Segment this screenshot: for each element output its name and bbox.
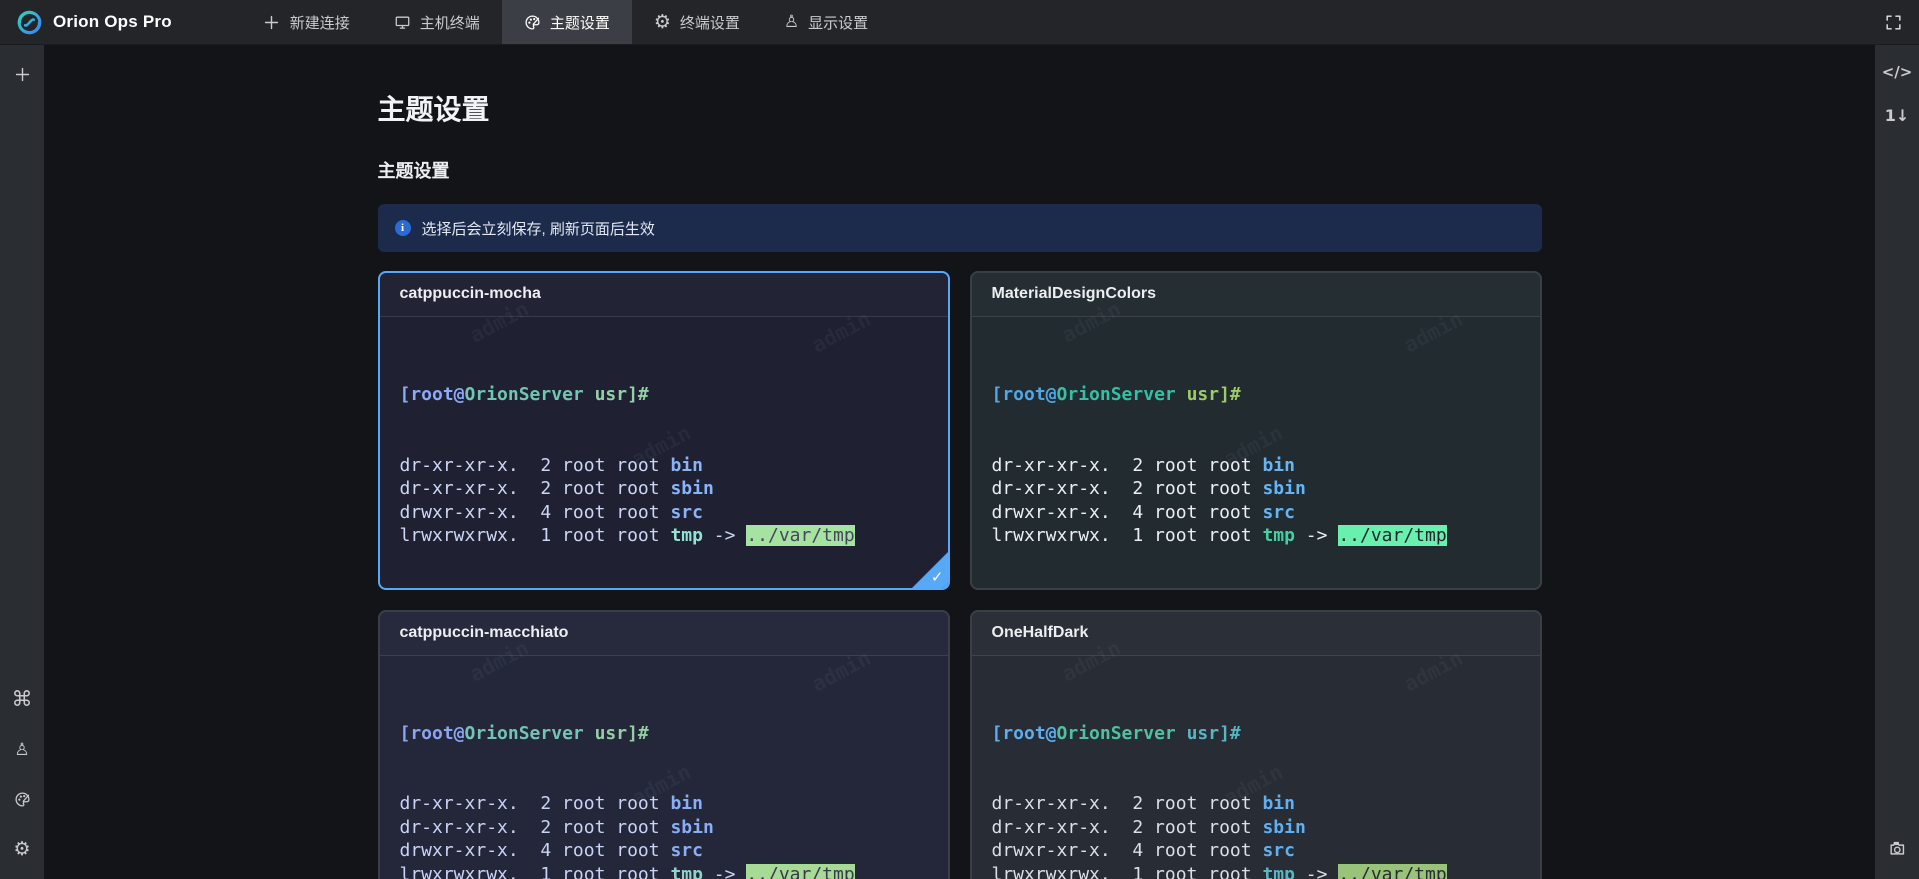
terminal-line: drwxr-xr-x. 4 root root src <box>992 501 1520 525</box>
file-name: tmp <box>1262 864 1295 879</box>
main-area: 主题设置 主题设置 i 选择后会立刻保存, 刷新页面后生效 catppuccin… <box>44 45 1875 879</box>
plus-icon[interactable] <box>13 65 32 84</box>
theme-card-title: catppuccin-mocha <box>380 273 948 317</box>
terminal-prompt: [root@OrionServer usr]# <box>992 722 1520 746</box>
stamp-icon[interactable]: ♙ <box>14 742 29 759</box>
terminal-line: lrwxrwxrwx. 1 root root tmp -> ../var/tm… <box>400 863 928 879</box>
terminal-prompt: [root@OrionServer usr]# <box>400 722 928 746</box>
terminal-preview: [root@OrionServer usr]# adminadminadmind… <box>380 317 948 588</box>
tab-label: 新建连接 <box>290 12 350 33</box>
navbar-right <box>1884 0 1919 44</box>
terminal-prompt: [root@OrionServer usr]# <box>400 383 928 407</box>
tab-label: 主题设置 <box>550 12 610 33</box>
tab-终端设置[interactable]: ⚙ 终端设置 <box>632 0 762 44</box>
app-logo: Orion Ops Pro <box>0 0 188 44</box>
file-name: src <box>1262 502 1295 523</box>
terminal-line: lrwxrwxrwx. 1 root root tmp -> ../var/tm… <box>992 863 1520 879</box>
app-title: Orion Ops Pro <box>53 12 172 32</box>
theme-card-OneHalfDark[interactable]: OneHalfDark [root@OrionServer usr]# admi… <box>970 610 1542 879</box>
monitor-icon <box>394 14 411 31</box>
top-navbar: Orion Ops Pro 新建连接 主机终端 主题设置 ⚙ 终端设置 ♙ 显示设置 <box>0 0 1919 45</box>
terminal-line: dr-xr-xr-x. 2 root root sbin <box>992 816 1520 840</box>
file-name: tmp <box>670 864 703 879</box>
code-icon[interactable]: </> <box>1882 65 1913 80</box>
terminal-line: dr-xr-xr-x. 2 root root bin <box>400 454 928 478</box>
terminal-preview: [root@OrionServer usr]# adminadminadmind… <box>972 656 1540 879</box>
theme-card-catppuccin-mocha[interactable]: catppuccin-mocha [root@OrionServer usr]#… <box>378 271 950 590</box>
file-name: src <box>670 502 703 523</box>
stamp-icon: ♙ <box>784 14 799 31</box>
terminal-line: dr-xr-xr-x. 2 root root sbin <box>400 477 928 501</box>
tab-显示设置[interactable]: ♙ 显示设置 <box>762 0 890 44</box>
info-alert: i 选择后会立刻保存, 刷新页面后生效 <box>378 204 1542 252</box>
file-name: tmp <box>1262 525 1295 546</box>
command-icon[interactable]: ⌘ <box>12 689 33 710</box>
file-name: bin <box>1262 793 1295 814</box>
symlink-target: ../var/tmp <box>1338 525 1446 546</box>
file-name: tmp <box>670 525 703 546</box>
file-name: bin <box>670 793 703 814</box>
theme-card-title: catppuccin-macchiato <box>380 612 948 656</box>
page-title: 主题设置 <box>378 94 1542 126</box>
theme-grid: catppuccin-mocha [root@OrionServer usr]#… <box>378 271 1542 879</box>
tab-label: 终端设置 <box>680 12 740 33</box>
sort-icon[interactable]: 1↓ <box>1885 108 1910 124</box>
file-name: src <box>670 840 703 861</box>
terminal-line: dr-xr-xr-x. 2 root root bin <box>400 792 928 816</box>
tab-主机终端[interactable]: 主机终端 <box>372 0 502 44</box>
file-name: sbin <box>1262 817 1305 838</box>
palette-icon <box>524 14 541 31</box>
orion-logo-icon <box>16 9 43 36</box>
terminal-line: dr-xr-xr-x. 2 root root sbin <box>400 816 928 840</box>
terminal-line: drwxr-xr-x. 4 root root src <box>400 501 928 525</box>
fullscreen-icon[interactable] <box>1884 13 1903 32</box>
info-icon: i <box>395 220 411 236</box>
theme-card-title: OneHalfDark <box>972 612 1540 656</box>
left-sidebar: ⌘ ♙ ⚙ <box>0 45 44 879</box>
theme-card-MaterialDesignColors[interactable]: MaterialDesignColors [root@OrionServer u… <box>970 271 1542 590</box>
gear-icon: ⚙ <box>654 13 671 32</box>
file-name: src <box>1262 840 1295 861</box>
theme-card-title: MaterialDesignColors <box>972 273 1540 317</box>
terminal-line: dr-xr-xr-x. 2 root root bin <box>992 454 1520 478</box>
file-name: bin <box>1262 455 1295 476</box>
plus-icon <box>262 13 281 32</box>
camera-icon[interactable] <box>1888 840 1907 859</box>
gear-icon[interactable]: ⚙ <box>13 840 30 859</box>
tab-label: 显示设置 <box>808 12 868 33</box>
symlink-target: ../var/tmp <box>746 525 854 546</box>
terminal-line: drwxr-xr-x. 4 root root src <box>992 839 1520 863</box>
terminal-line: lrwxrwxrwx. 1 root root tmp -> ../var/tm… <box>400 524 928 548</box>
terminal-preview: [root@OrionServer usr]# adminadminadmind… <box>972 317 1540 588</box>
theme-card-catppuccin-macchiato[interactable]: catppuccin-macchiato [root@OrionServer u… <box>378 610 950 879</box>
file-name: sbin <box>670 817 713 838</box>
info-alert-text: 选择后会立刻保存, 刷新页面后生效 <box>422 218 655 239</box>
terminal-line: lrwxrwxrwx. 1 root root tmp -> ../var/tm… <box>992 524 1520 548</box>
terminal-line: dr-xr-xr-x. 2 root root bin <box>992 792 1520 816</box>
tab-主题设置[interactable]: 主题设置 <box>502 0 632 44</box>
tab-label: 主机终端 <box>420 12 480 33</box>
file-name: bin <box>670 455 703 476</box>
check-icon: ✓ <box>931 568 944 586</box>
terminal-line: drwxr-xr-x. 4 root root src <box>400 839 928 863</box>
right-sidebar: </> 1↓ <box>1875 45 1919 879</box>
file-name: sbin <box>1262 478 1305 499</box>
section-title: 主题设置 <box>378 160 1542 182</box>
tab-新建连接[interactable]: 新建连接 <box>240 0 372 44</box>
terminal-prompt: [root@OrionServer usr]# <box>992 383 1520 407</box>
symlink-target: ../var/tmp <box>1338 864 1446 879</box>
terminal-preview: [root@OrionServer usr]# adminadminadmind… <box>380 656 948 879</box>
symlink-target: ../var/tmp <box>746 864 854 879</box>
navbar-tabs: 新建连接 主机终端 主题设置 ⚙ 终端设置 ♙ 显示设置 <box>240 0 890 44</box>
file-name: sbin <box>670 478 713 499</box>
palette-icon[interactable] <box>14 791 31 808</box>
terminal-line: dr-xr-xr-x. 2 root root sbin <box>992 477 1520 501</box>
